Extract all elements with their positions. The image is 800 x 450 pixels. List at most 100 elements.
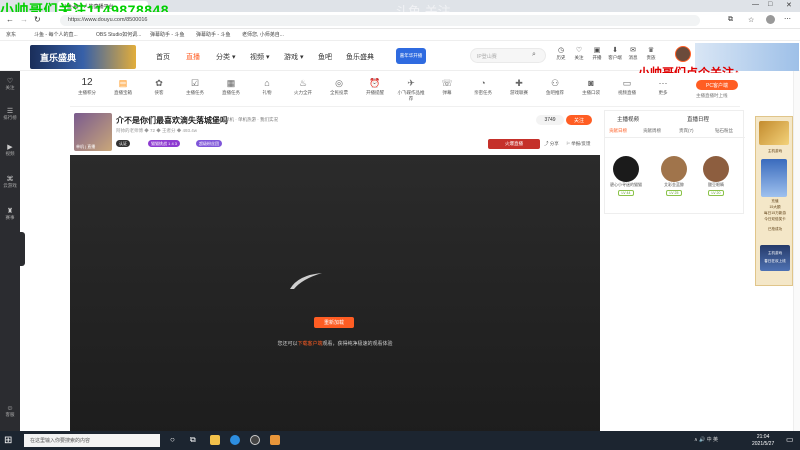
toolbar-item[interactable]: ✿ 侠客 <box>144 76 174 96</box>
sidebar-item-cloud-game[interactable]: ⌘ 云游戏 <box>0 175 20 189</box>
toolbar-item[interactable]: ⌂ 礼物 <box>252 76 282 96</box>
reload-button[interactable]: 重新加载 <box>314 317 354 328</box>
favorite-link[interactable]: 斗鱼 - 每个人的直... <box>34 31 78 38</box>
tab-daily[interactable]: 贡献日榜 <box>609 128 627 134</box>
follow-button[interactable]: ♡ 关注 <box>571 46 587 61</box>
back-icon[interactable]: ← <box>6 15 14 24</box>
video-tab[interactable]: 主播视频 <box>617 115 639 123</box>
toolbar-item[interactable]: ♨ 火力全开 <box>288 76 318 96</box>
rank-user[interactable]: 碧心小寻迷的猫猫 LV 44 <box>609 156 643 196</box>
windows-start-icon[interactable]: ⊞ <box>4 435 12 446</box>
broadcast-button[interactable]: ▣ 开播 <box>589 46 605 61</box>
challenge-badge[interactable]: 猫猫挑战 1 4 3 <box>148 140 181 147</box>
profile-icon[interactable] <box>766 15 775 24</box>
toolbar-item[interactable]: ▦ 直播任务 <box>216 76 246 96</box>
nav-game[interactable]: 游戏 ▾ <box>284 52 303 62</box>
nav-video[interactable]: 视频 ▾ <box>250 52 269 62</box>
taskbar-search[interactable]: 在这里输入你要搜索的内容 <box>24 434 160 447</box>
pc-client-button[interactable]: PC客户端 <box>696 80 738 90</box>
toolbar-item[interactable]: ▤ 直播宝箱 <box>108 76 138 96</box>
minimize-icon[interactable]: — <box>752 1 759 8</box>
cortana-icon[interactable]: ○ <box>170 435 175 444</box>
toolbar-item[interactable]: ✚ 游戏联赛 <box>504 76 534 96</box>
video-player[interactable]: 重新加载 您还可以下载客户端观看，获得纯净极速的观看体验 <box>70 155 600 435</box>
nav-category[interactable]: 分类 ▾ <box>216 52 235 62</box>
taskbar-clock[interactable]: 21:04 2021/5/27 <box>752 434 774 448</box>
app-icon[interactable] <box>270 435 280 445</box>
notification-icon[interactable]: ▭ <box>786 435 794 444</box>
toolbar-label: 礼物 <box>262 90 272 95</box>
nav-fishbar[interactable]: 鱼吧 <box>318 52 332 62</box>
room-category[interactable]: 单机 · 单机热游 · 我们实况 <box>225 117 278 123</box>
follow-button[interactable]: 关注 <box>566 115 592 125</box>
tab-weekly[interactable]: 贡献周榜 <box>643 128 661 134</box>
sidebar-collapse-handle[interactable] <box>20 232 25 266</box>
schedule-tab[interactable]: 直播日程 <box>687 115 709 123</box>
client-button[interactable]: ⬇ 客户端 <box>607 46 623 61</box>
sidebar-item-video[interactable]: ▶ 视频 <box>0 143 20 157</box>
verified-badge[interactable]: 认证 <box>116 140 130 147</box>
sidebar-item-rank[interactable]: ☰ 排行榜 <box>0 107 20 121</box>
share-button[interactable]: ⤴ 分享 <box>544 141 559 147</box>
promo-badge[interactable]: 嘉年华开播 <box>396 48 426 64</box>
toolbar-item[interactable]: ☏ 弹幕 <box>432 76 462 96</box>
system-tray[interactable]: ∧ 🔊 中 英 <box>694 436 718 443</box>
douyu-logo[interactable]: 直乐盛典 <box>30 45 136 69</box>
nav-home[interactable]: 首页 <box>156 52 170 62</box>
rank-user[interactable]: 艾彩金蓝鲸 LV 25 <box>657 156 691 196</box>
sidebar-item-help[interactable]: ☺ 客服 <box>0 405 20 418</box>
streamer-avatar[interactable]: 单机 | 直播 <box>74 113 112 151</box>
forward-icon[interactable]: → <box>20 15 28 24</box>
nav-festival[interactable]: 鱼乐盛典 <box>346 52 374 62</box>
message-button[interactable]: ✉ 消息 <box>625 46 641 61</box>
history-button[interactable]: ◷ 历史 <box>553 46 569 61</box>
rank-user[interactable]: 酸豆眼睛 LV 20 <box>699 156 733 196</box>
file-explorer-icon[interactable] <box>210 435 220 445</box>
toolbar-label: 小飞碟作品推荐 <box>397 90 425 101</box>
ad-text: 今日双倍奖卡 <box>764 217 786 221</box>
favorite-link[interactable]: 老师您, 小师弟自... <box>242 31 284 38</box>
favorite-link[interactable]: OBS Studio如何调... <box>96 31 141 38</box>
edge-browser-icon[interactable] <box>230 435 240 445</box>
noble-button[interactable]: ♛ 贵族 <box>643 46 659 61</box>
toolbar-item[interactable]: ◎ 全民投票 <box>324 76 354 96</box>
search-icon[interactable]: ⌕ <box>532 51 536 59</box>
toolbar-item[interactable]: ✈ 小飞碟作品推荐 <box>396 76 426 102</box>
favorite-link[interactable]: 弹幕助手 - 斗鱼 <box>196 31 230 38</box>
toolbar-label: 主播任务 <box>186 90 204 95</box>
toolbar-item[interactable]: ▭ 视频直播 <box>612 76 642 96</box>
tab-vip[interactable]: 贵宾(7) <box>679 128 694 134</box>
menu-icon[interactable]: ⋯ <box>784 15 791 23</box>
toolbar-item[interactable]: ☑ 主播任务 <box>180 76 210 96</box>
toolbar-item[interactable]: ◙ 主播口袋 <box>576 76 606 96</box>
logo-text: 直乐盛典 <box>40 53 77 63</box>
anchor-level[interactable]: 12 主播积分 <box>72 76 102 96</box>
toolbar-item[interactable]: ⚇ 鱼吧推荐 <box>540 76 570 96</box>
ai-icon: ▦ <box>226 78 236 88</box>
url-field[interactable]: https://www.douyu.com/8500016 <box>60 15 700 26</box>
hot-live-badge[interactable]: 火爆直播 <box>488 139 540 149</box>
nav-live[interactable]: 直播 <box>186 52 200 62</box>
favorite-link[interactable]: 京东 <box>6 31 16 38</box>
download-client-link[interactable]: 下载客户端 <box>297 341 322 347</box>
room-toolbar: 12 主播积分 ▤ 直播宝箱 ✿ 侠客 ☑ 主播任务 ▦ 直播任务 ⌂ 礼物 ♨ 火力全开 ◎… <box>70 73 740 107</box>
toolbar-item[interactable]: ⏰ 开播提醒 <box>360 76 390 96</box>
obs-icon[interactable] <box>250 435 260 445</box>
report-button[interactable]: ⚐ 举报/反馈 <box>566 141 591 147</box>
task-view-icon[interactable]: ⧉ <box>190 435 196 445</box>
toolbar-item[interactable]: ◔ 亲密任务 <box>468 76 498 96</box>
extensions-icon[interactable]: ⧉ <box>728 16 733 24</box>
sidebar-item-follow[interactable]: ♡ 关注 <box>0 77 20 91</box>
toolbar-item[interactable]: ⋯ 更多 <box>648 76 678 96</box>
page-scrollbar[interactable] <box>793 71 800 431</box>
sidebar-item-events[interactable]: ♜ 赛事 <box>0 207 20 221</box>
user-avatar[interactable] <box>675 46 691 62</box>
favorites-icon[interactable]: ☆ <box>748 16 754 24</box>
reload-icon[interactable]: ↻ <box>34 15 41 24</box>
fan-club-badge[interactable]: 超级粉丝团 <box>196 140 222 147</box>
maximize-icon[interactable]: □ <box>768 1 772 8</box>
close-icon[interactable]: ✕ <box>786 1 792 9</box>
right-ad-banner[interactable]: 主机游戏 充值 15大额 每日15万新游 今日双倍奖卡 已抢成功 主机游戏 春日… <box>755 116 793 286</box>
favorite-link[interactable]: 弹幕助手 - 斗鱼 <box>150 31 184 38</box>
tab-diamond[interactable]: 钻石粉丝 <box>715 128 733 134</box>
